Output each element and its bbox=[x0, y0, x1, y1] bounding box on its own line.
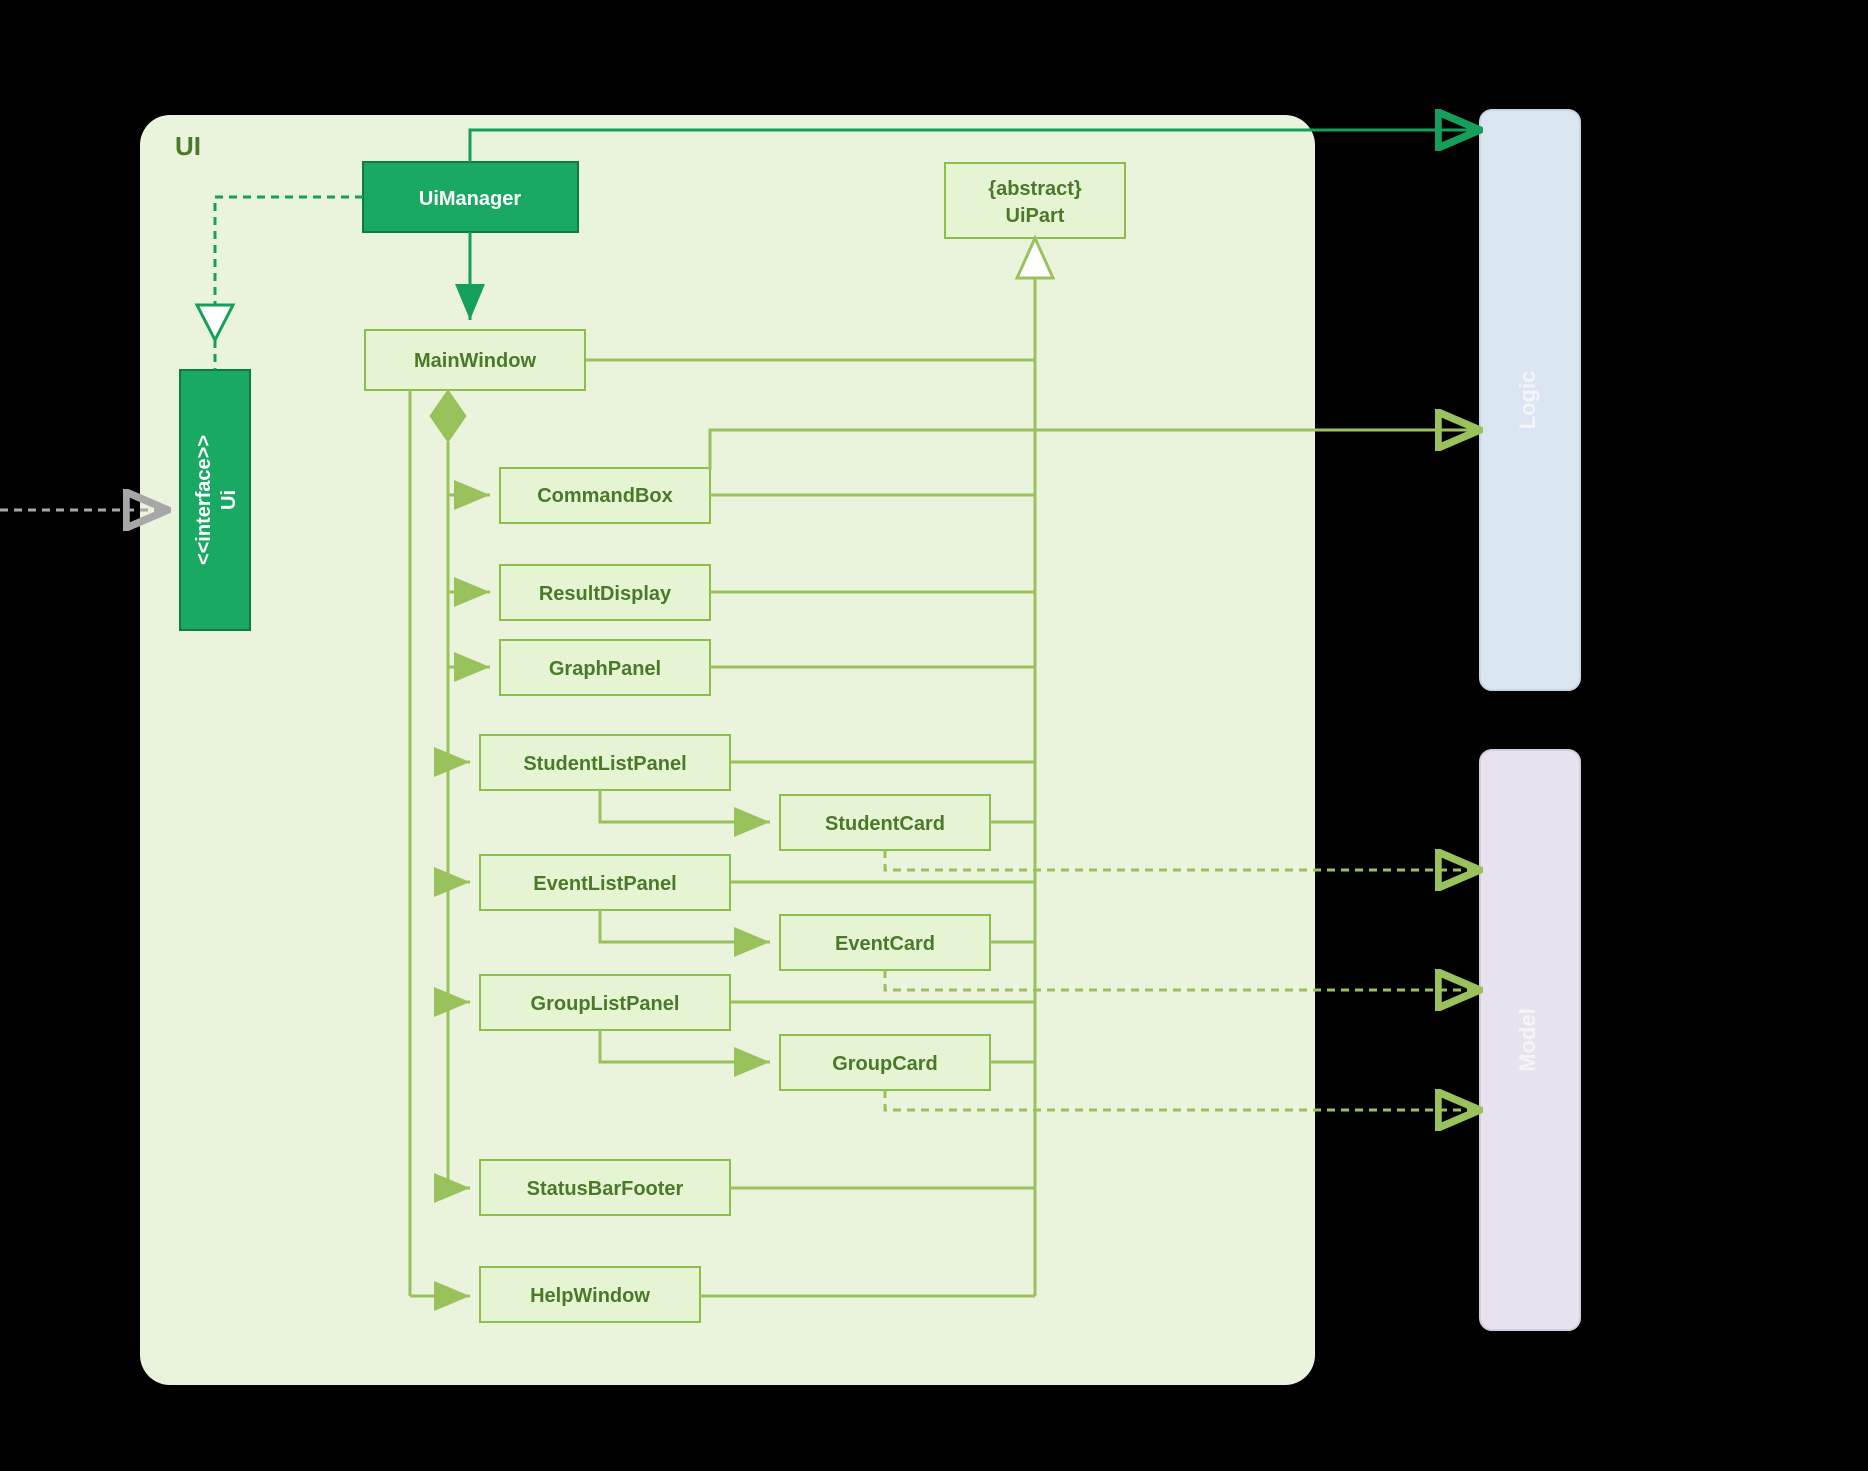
svg-text:StudentCard: StudentCard bbox=[825, 813, 945, 835]
interface-name: Ui bbox=[218, 490, 240, 510]
model-label: Model bbox=[1515, 1008, 1540, 1072]
svg-text:StatusBarFooter: StatusBarFooter bbox=[527, 1178, 684, 1200]
svg-text:StudentListPanel: StudentListPanel bbox=[523, 753, 686, 775]
svg-text:CommandBox: CommandBox bbox=[537, 485, 673, 507]
svg-text:HelpWindow: HelpWindow bbox=[530, 1285, 650, 1307]
interface-stereotype: <<interface>> bbox=[193, 435, 215, 565]
uipart-name: UiPart bbox=[1006, 205, 1065, 227]
svg-text:GraphPanel: GraphPanel bbox=[549, 658, 661, 680]
uipart-stereotype: {abstract} bbox=[988, 178, 1082, 200]
svg-text:EventCard: EventCard bbox=[835, 933, 935, 955]
svg-text:GroupListPanel: GroupListPanel bbox=[531, 993, 680, 1015]
mainwindow-label: MainWindow bbox=[414, 350, 536, 372]
svg-text:GroupCard: GroupCard bbox=[832, 1053, 938, 1075]
uimanager-label: UiManager bbox=[419, 188, 521, 210]
svg-text:EventListPanel: EventListPanel bbox=[533, 873, 676, 895]
package-ui-label: UI bbox=[175, 131, 201, 161]
logic-label: Logic bbox=[1515, 371, 1540, 430]
svg-text:ResultDisplay: ResultDisplay bbox=[539, 583, 672, 605]
